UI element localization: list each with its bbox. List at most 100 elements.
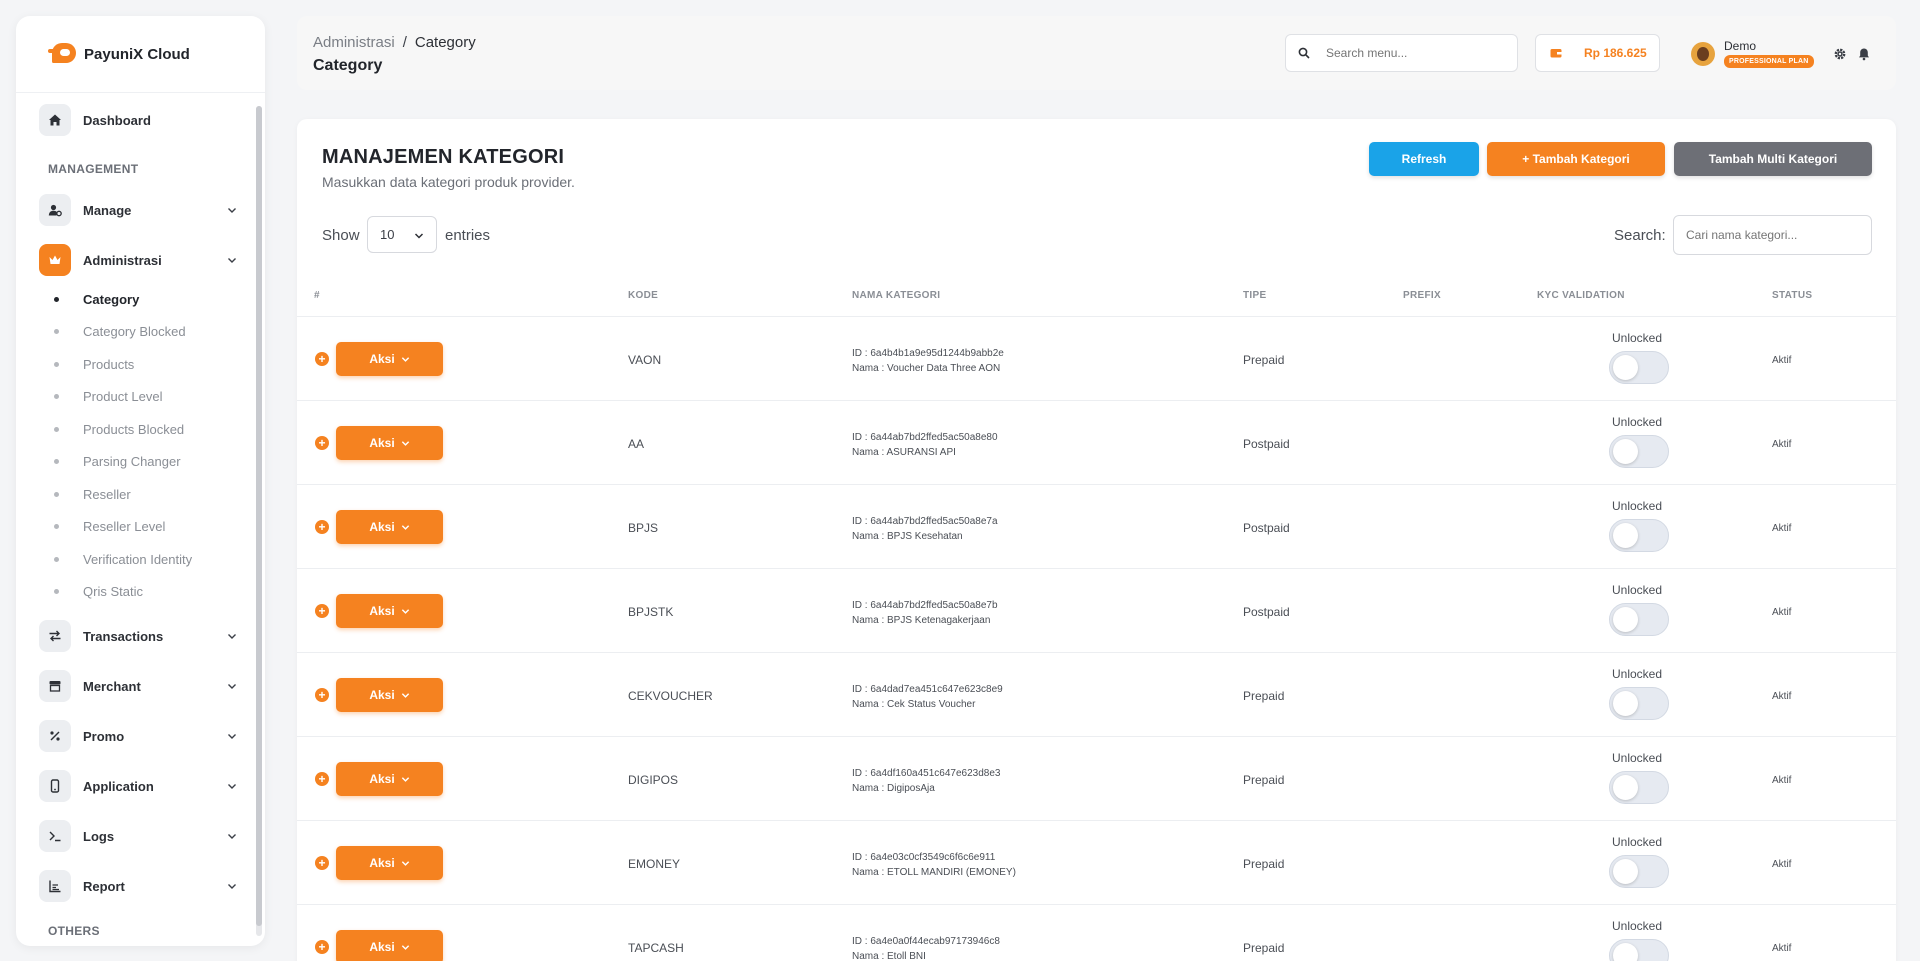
expand-row-icon[interactable]: + <box>315 520 329 534</box>
expand-row-icon[interactable]: + <box>315 688 329 702</box>
column-header-kyc-validation[interactable]: KYC VALIDATION <box>1537 290 1625 301</box>
chevron-down-icon <box>401 944 409 950</box>
sidebar-subitem-products-blocked[interactable]: Products Blocked <box>54 419 184 439</box>
column-header-tipe[interactable]: TIPE <box>1243 290 1266 301</box>
sidebar-subitem-category-blocked[interactable]: Category Blocked <box>54 321 186 341</box>
sidebar-item-transactions[interactable]: Transactions <box>39 619 239 653</box>
toggle-knob <box>1613 355 1638 380</box>
sidebar-subitem-reseller-level[interactable]: Reseller Level <box>54 516 165 536</box>
action-dropdown-button[interactable]: Aksi <box>336 930 443 961</box>
brand-logo-icon <box>48 41 78 67</box>
balance-widget[interactable]: Rp 186.625 <box>1535 34 1660 72</box>
expand-row-icon[interactable]: + <box>315 604 329 618</box>
breadcrumb-parent[interactable]: Administrasi <box>313 34 395 51</box>
sidebar-subitem-parsing-changer[interactable]: Parsing Changer <box>54 451 181 471</box>
store-icon <box>39 670 71 702</box>
add-category-button[interactable]: + Tambah Kategori <box>1487 142 1665 176</box>
bullet-icon <box>54 328 59 334</box>
cell-kode: VAON <box>628 353 662 367</box>
search-icon <box>1298 47 1310 59</box>
sidebar-item-merchant[interactable]: Merchant <box>39 669 239 703</box>
kyc-toggle[interactable] <box>1609 435 1669 468</box>
sidebar-item-manage[interactable]: Manage <box>39 193 239 227</box>
sidebar-item-promo[interactable]: Promo <box>39 719 239 753</box>
cell-status: Aktif <box>1772 523 1792 534</box>
kyc-toggle[interactable] <box>1609 855 1669 888</box>
card-subtitle: Masukkan data kategori produk provider. <box>322 174 575 190</box>
cell-nama-kategori: ID : 6a4e03c0cf3549c6f6c6e911 Nama : ETOL… <box>852 850 1016 880</box>
action-dropdown-button[interactable]: Aksi <box>336 678 443 712</box>
kyc-toggle[interactable] <box>1609 939 1669 961</box>
sidebar-item-logs[interactable]: Logs <box>39 819 239 853</box>
sidebar-subitem-reseller[interactable]: Reseller <box>54 484 131 504</box>
cell-kode: AA <box>628 437 645 451</box>
category-name: Nama : ETOLL MANDIRI (EMONEY) <box>852 867 1016 878</box>
action-dropdown-button[interactable]: Aksi <box>336 510 443 544</box>
chevron-down-icon <box>401 860 409 866</box>
action-dropdown-button[interactable]: Aksi <box>336 342 443 376</box>
gear-icon[interactable] <box>1833 47 1847 61</box>
expand-row-icon[interactable]: + <box>315 436 329 450</box>
expand-row-icon[interactable]: + <box>315 856 329 870</box>
sidebar-subitem-qris-static[interactable]: Qris Static <box>54 581 143 601</box>
column-header-status[interactable]: STATUS <box>1772 290 1812 301</box>
sidebar-item-label: Dashboard <box>83 112 151 128</box>
sidebar-item-administrasi[interactable]: Administrasi <box>39 243 239 277</box>
toggle-knob <box>1613 607 1638 632</box>
avatar[interactable] <box>1691 42 1715 66</box>
expand-row-icon[interactable]: + <box>315 352 329 366</box>
user-name[interactable]: Demo <box>1724 39 1756 53</box>
expand-row-icon[interactable]: + <box>315 940 329 954</box>
menu-search-input[interactable] <box>1326 46 1496 60</box>
bar-chart-icon <box>39 870 71 902</box>
brand[interactable]: PayuniX Cloud <box>16 16 265 93</box>
bullet-icon <box>54 361 59 367</box>
chevron-down-icon <box>228 634 236 639</box>
column-header-kode[interactable]: KODE <box>628 290 658 301</box>
toggle-knob <box>1613 439 1638 464</box>
sidebar-item-application[interactable]: Application <box>39 769 239 803</box>
column-header-prefix[interactable]: PREFIX <box>1403 290 1441 301</box>
action-label: Aksi <box>369 352 395 366</box>
cell-nama-kategori: ID : 6a44ab7bd2ffed5ac50a8e7a Nama : BPJS… <box>852 514 998 544</box>
sidebar-scroll-thumb[interactable] <box>256 106 262 926</box>
sidebar-subitem-category[interactable]: Category <box>54 289 139 309</box>
expand-row-icon[interactable]: + <box>315 772 329 786</box>
sidebar-subitem-verification-identity[interactable]: Verification Identity <box>54 549 192 569</box>
kyc-toggle[interactable] <box>1609 351 1669 384</box>
kyc-toggle[interactable] <box>1609 519 1669 552</box>
table-search-input[interactable] <box>1673 215 1872 255</box>
home-icon <box>39 104 71 136</box>
sidebar-subitem-product-level[interactable]: Product Level <box>54 386 163 406</box>
sidebar-item-report[interactable]: Report <box>39 869 239 903</box>
cell-kode: TAPCASH <box>628 941 684 955</box>
kyc-toggle[interactable] <box>1609 771 1669 804</box>
bell-icon[interactable] <box>1857 47 1871 61</box>
table-row: + Aksi VAON ID : 6a4b4b1a9e95d1244b9abb2e Na… <box>297 317 1896 401</box>
kyc-toggle[interactable] <box>1609 687 1669 720</box>
table-row: + Aksi BPJS ID : 6a44ab7bd2ffed5ac50a8e7a Na… <box>297 485 1896 569</box>
user-gear-icon <box>39 194 71 226</box>
table-row: + Aksi TAPCASH ID : 6a4e0a0f44ecab97173946c… <box>297 905 1896 961</box>
refresh-button[interactable]: Refresh <box>1369 142 1479 176</box>
action-dropdown-button[interactable]: Aksi <box>336 426 443 460</box>
sidebar-item-label: Manage <box>83 202 132 218</box>
entries-select[interactable]: 10 <box>367 216 437 253</box>
cell-kode: CEKVOUCHER <box>628 689 713 703</box>
column-header-nama-kategori[interactable]: NAMA KATEGORI <box>852 290 940 301</box>
action-dropdown-button[interactable]: Aksi <box>336 762 443 796</box>
sidebar-item-dashboard[interactable]: Dashboard <box>39 103 239 137</box>
menu-search[interactable] <box>1285 34 1518 72</box>
sidebar-item-label: Merchant <box>83 678 141 694</box>
sidebar-scrollbar[interactable] <box>256 106 262 936</box>
cell-tipe: Prepaid <box>1243 857 1285 871</box>
card-title: MANAJEMEN KATEGORI <box>322 146 565 168</box>
add-multi-category-button[interactable]: Tambah Multi Kategori <box>1674 142 1872 176</box>
kyc-toggle[interactable] <box>1609 603 1669 636</box>
action-dropdown-button[interactable]: Aksi <box>336 594 443 628</box>
column-header-index[interactable]: # <box>314 290 320 301</box>
action-dropdown-button[interactable]: Aksi <box>336 846 443 880</box>
sidebar-subitem-products[interactable]: Products <box>54 354 134 374</box>
bullet-icon <box>54 556 59 562</box>
cell-tipe: Postpaid <box>1243 605 1290 619</box>
